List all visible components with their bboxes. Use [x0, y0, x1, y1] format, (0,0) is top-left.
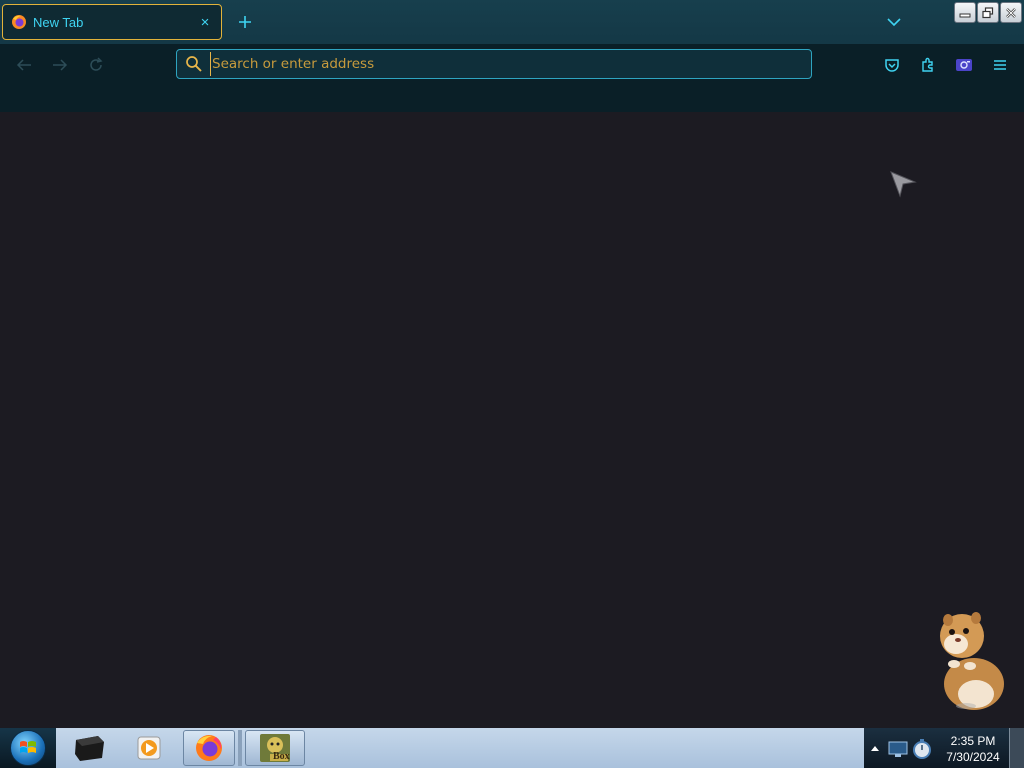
- extensions-button[interactable]: [916, 53, 940, 77]
- mouse-pointer-icon: [890, 171, 917, 198]
- list-all-tabs-button[interactable]: [884, 12, 904, 32]
- restore-icon: [982, 6, 994, 18]
- forward-button[interactable]: [48, 53, 72, 77]
- clock-date: 7/30/2024: [946, 750, 1000, 764]
- app-menu-button[interactable]: [988, 53, 1012, 77]
- reload-icon: [90, 57, 103, 71]
- tab-title: New Tab: [33, 14, 84, 30]
- hamburger-menu-icon: [994, 60, 1006, 70]
- search-icon: [185, 55, 203, 73]
- tray-clock-app[interactable]: [910, 736, 934, 762]
- taskbar-game-box[interactable]: Box: [245, 730, 305, 766]
- triangle-up-icon: [871, 746, 879, 751]
- system-tray: 2:35 PM 7/30/2024: [864, 728, 1024, 768]
- show-desktop-button[interactable]: [1009, 728, 1024, 768]
- address-bar[interactable]: [176, 49, 812, 79]
- save-to-pocket-button[interactable]: [880, 53, 904, 77]
- firefox-icon: [11, 14, 27, 30]
- network-monitor-icon: [888, 741, 908, 757]
- show-hidden-icons-button[interactable]: [870, 743, 880, 753]
- reload-button[interactable]: [84, 53, 108, 77]
- close-icon: [1006, 7, 1016, 18]
- clock-time: 2:35 PM: [950, 734, 996, 748]
- hamster-desktop-pet[interactable]: [930, 606, 1010, 710]
- game-box-label: Box: [273, 751, 290, 762]
- tab-close-button[interactable]: ×: [197, 14, 213, 31]
- plus-icon: [239, 16, 251, 28]
- taskbar-media-player[interactable]: [124, 730, 174, 766]
- back-button[interactable]: [12, 53, 36, 77]
- start-button[interactable]: [0, 728, 56, 768]
- close-window-button[interactable]: [1000, 2, 1022, 23]
- window-controls: [954, 2, 1024, 24]
- extensions-icon: [922, 57, 933, 72]
- terminal-icon: [75, 736, 104, 761]
- minimize-button[interactable]: [954, 2, 976, 23]
- url-input[interactable]: [210, 52, 811, 76]
- navigation-toolbar: [0, 44, 1024, 112]
- minimize-icon: [959, 13, 971, 17]
- chevron-down-icon: [887, 18, 901, 27]
- arrow-right-icon: [53, 59, 68, 71]
- tray-network[interactable]: [886, 736, 910, 762]
- taskbar-firefox[interactable]: [183, 730, 235, 766]
- screenshot-button[interactable]: [952, 53, 976, 77]
- taskbar: Box 2:35 PM 7/30/2024: [0, 728, 1024, 768]
- screenshot-icon: [956, 59, 972, 71]
- tab-strip: New Tab ×: [0, 0, 1024, 44]
- stopwatch-icon: [913, 739, 931, 759]
- tab-new-tab[interactable]: New Tab ×: [2, 4, 222, 40]
- windows-logo-icon: [10, 730, 46, 766]
- pocket-icon: [885, 58, 899, 72]
- restore-button[interactable]: [977, 2, 999, 23]
- system-clock[interactable]: 2:35 PM 7/30/2024: [936, 733, 1010, 765]
- page-content[interactable]: [0, 112, 1024, 728]
- media-player-icon: [137, 736, 161, 760]
- arrow-left-icon: [16, 59, 31, 71]
- taskbar-terminal[interactable]: [64, 730, 114, 766]
- new-tab-button[interactable]: [234, 11, 256, 33]
- firefox-app-icon: [196, 735, 222, 761]
- taskbar-separator: [238, 730, 242, 766]
